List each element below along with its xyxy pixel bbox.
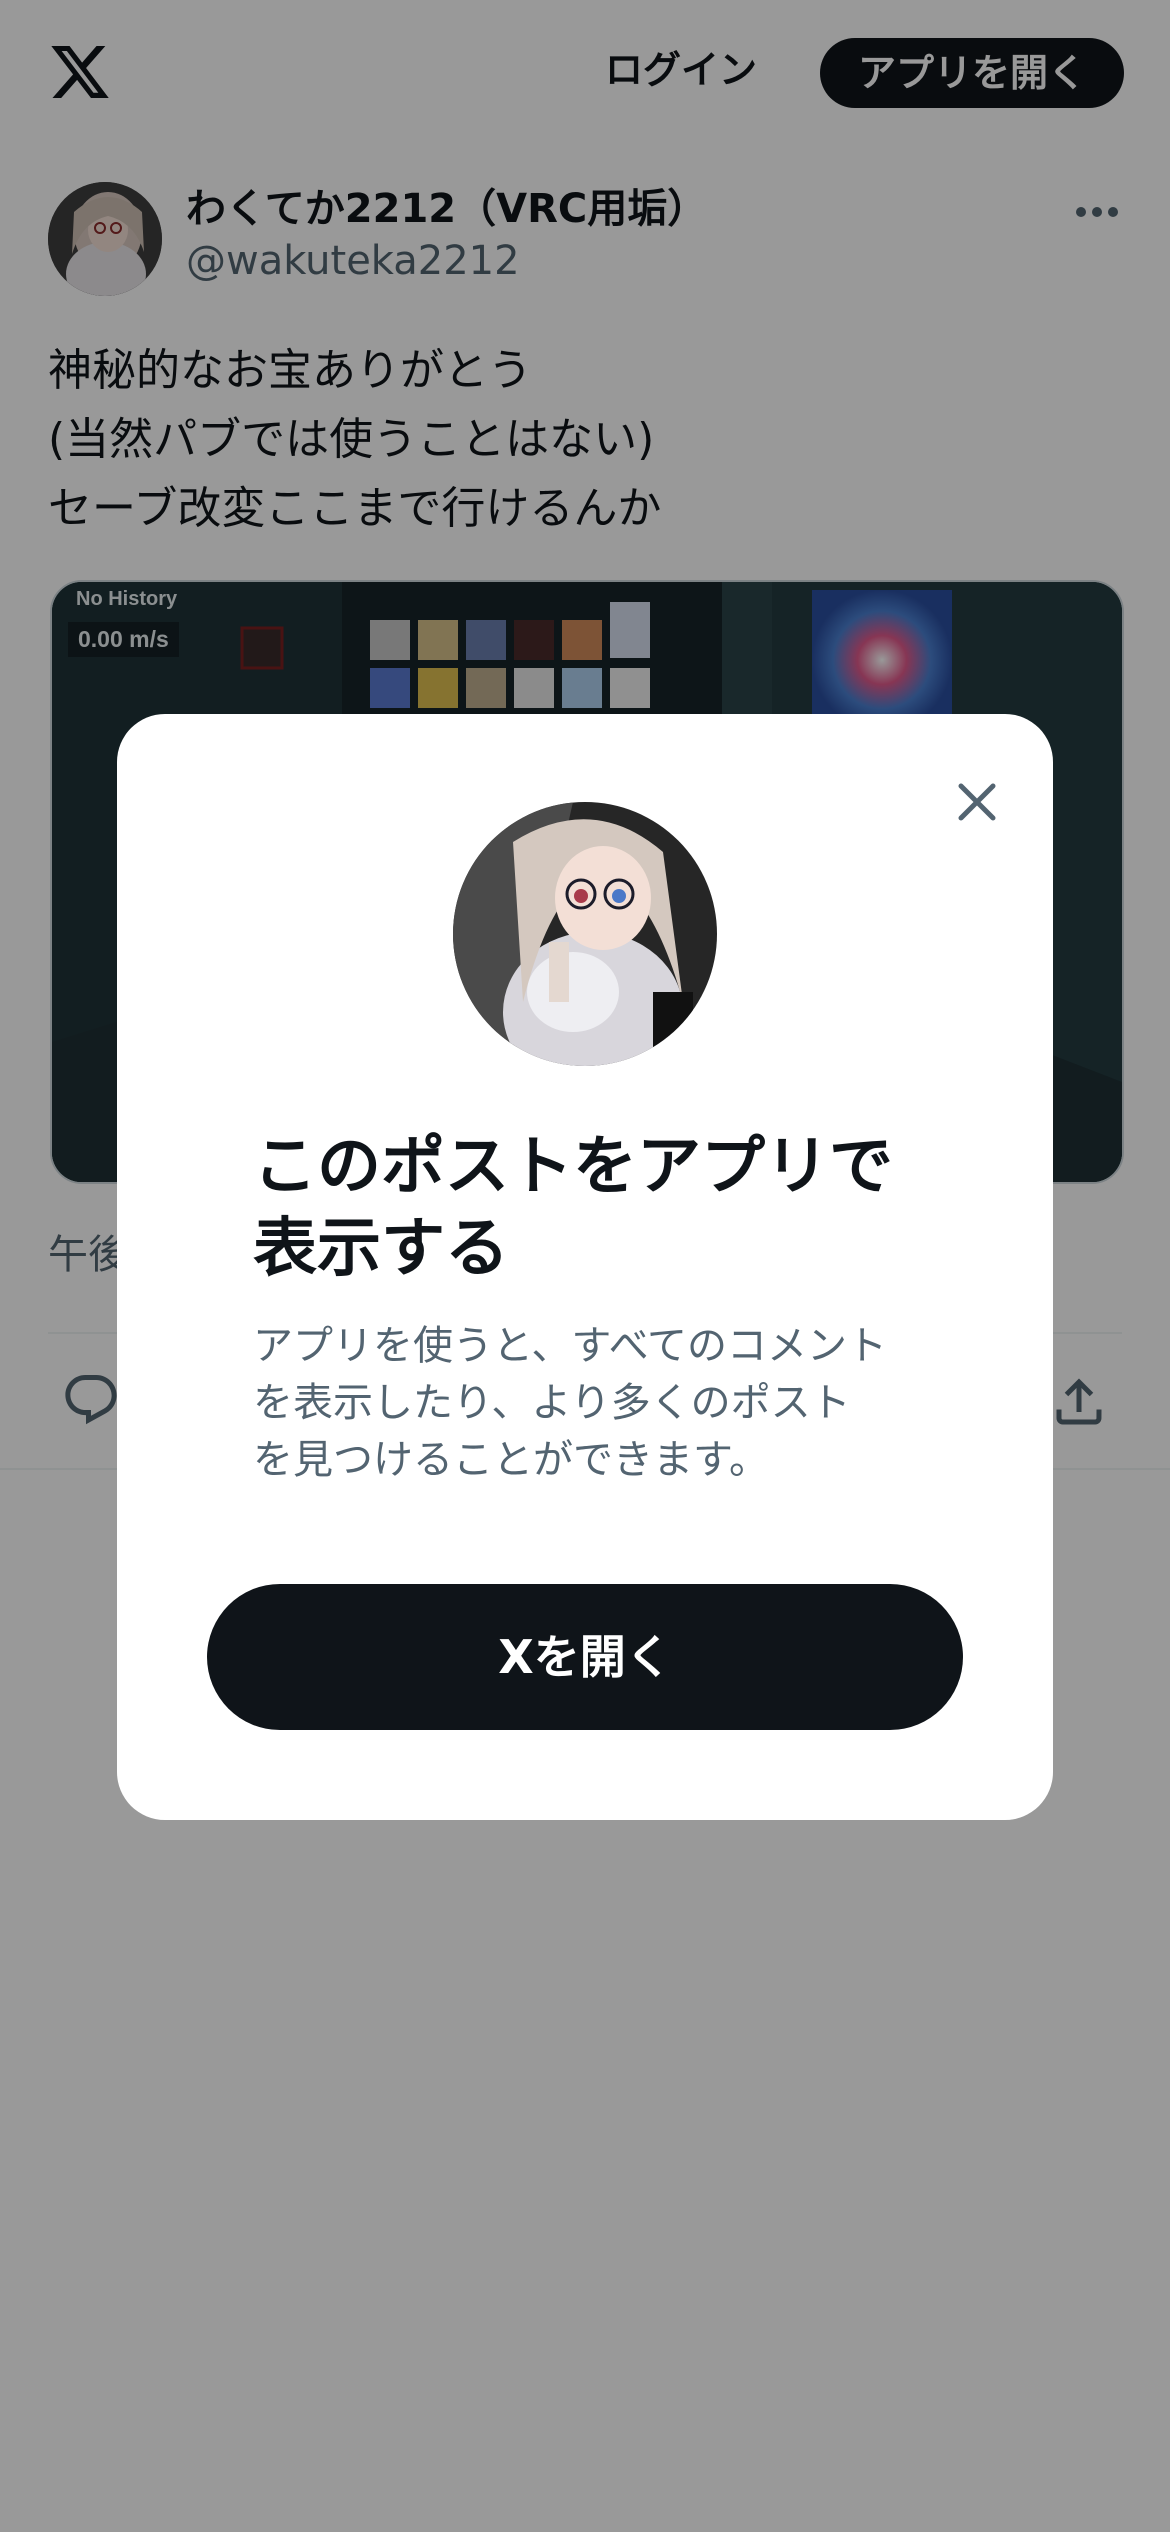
dialog-description-line: アプリを使うと、すべてのコメント <box>253 1323 887 1369</box>
dialog-description-line: を見つけることができます。 <box>253 1437 769 1483</box>
author-avatar-large <box>453 802 717 1066</box>
dialog-description-line: を表示したり、より多くのポスト <box>253 1380 851 1426</box>
open-x-button[interactable]: Xを開く <box>207 1584 963 1730</box>
dialog-title-line: このポストをアプリで <box>253 1130 893 1204</box>
close-icon[interactable] <box>941 766 1013 838</box>
open-in-app-dialog: このポストをアプリで 表示する アプリを使うと、すべてのコメント を表示したり、… <box>117 714 1053 1820</box>
dialog-title: このポストをアプリで 表示する <box>253 1126 973 1290</box>
dialog-title-line: 表示する <box>253 1212 509 1286</box>
dialog-description: アプリを使うと、すべてのコメント を表示したり、より多くのポスト を見つけること… <box>253 1318 953 1489</box>
